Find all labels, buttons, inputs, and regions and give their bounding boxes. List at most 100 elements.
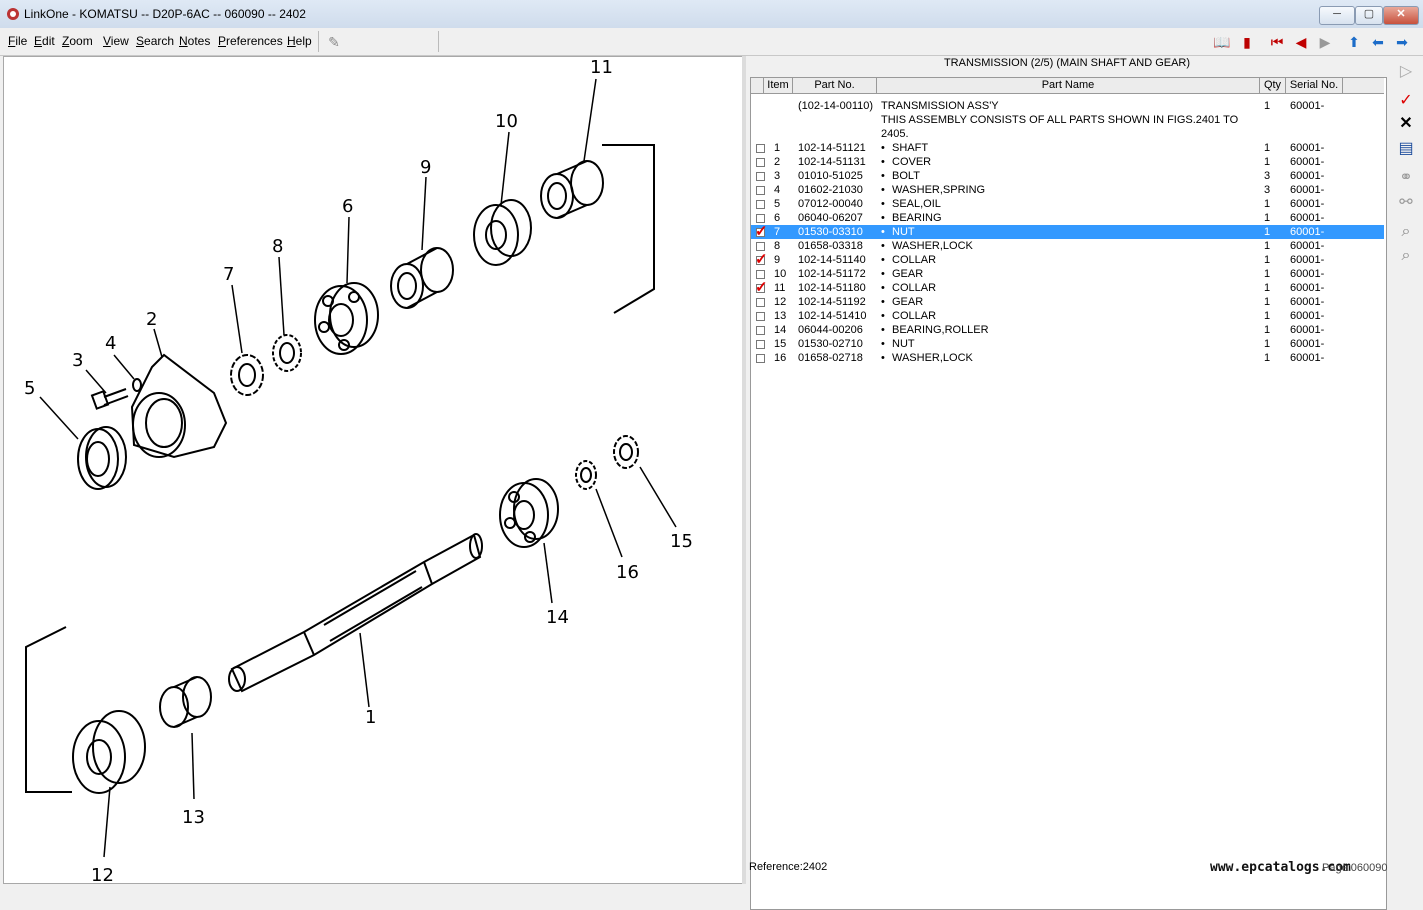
row-serial: 60001-	[1290, 142, 1325, 154]
table-row-assembly[interactable]: (102-14-00110) TRANSMISSION ASS'Y 1 6000…	[751, 99, 1384, 113]
binoculars-icon[interactable]: ⌕	[1396, 222, 1416, 242]
book-icon[interactable]: 📖	[1213, 34, 1231, 50]
play-icon[interactable]: ▷	[1396, 62, 1416, 82]
forward-icon[interactable]: ➡	[1393, 34, 1411, 50]
link-icon[interactable]: ⚭	[1396, 168, 1416, 188]
menu-preferences[interactable]: Preferences	[218, 34, 283, 48]
parts-illustration[interactable]: 11 10 9 6 8 7 2 4 3 5 1 14 16 15 13 12	[3, 56, 743, 884]
row-checkbox[interactable]	[756, 214, 765, 223]
row-checkbox[interactable]	[756, 186, 765, 195]
row-checkbox[interactable]	[756, 200, 765, 209]
unlink-icon[interactable]: ⚯	[1396, 193, 1416, 213]
first-icon[interactable]: ⏮	[1268, 34, 1286, 50]
notes-icon[interactable]: ▮	[1238, 34, 1256, 50]
menu-search[interactable]: Search	[136, 34, 174, 48]
parts-table[interactable]: Item Part No. Part Name Qty Serial No. (…	[750, 77, 1387, 910]
row-part-no: 01010-51025	[798, 170, 863, 182]
row-item: 11	[774, 282, 786, 294]
table-row[interactable]: 14 06044-00206 • BEARING,ROLLER 1 60001-	[751, 323, 1384, 337]
row-serial: 60001-	[1290, 338, 1325, 350]
table-row-assembly-note: 2405.	[751, 127, 1384, 141]
row-serial: 60001-	[1290, 310, 1325, 322]
row-checkbox[interactable]	[756, 298, 765, 307]
row-checkbox[interactable]	[756, 340, 765, 349]
menu-zoom[interactable]: Zoom	[62, 34, 93, 48]
row-checkbox[interactable]	[756, 172, 765, 181]
row-qty: 1	[1264, 296, 1271, 308]
title-bar: LinkOne - KOMATSU -- D20P-6AC -- 060090 …	[0, 0, 1423, 29]
reference-label: Reference:2402	[749, 861, 828, 873]
menu-notes[interactable]: Notes	[179, 34, 210, 48]
assembly-serial: 60001-	[1290, 100, 1325, 112]
row-checkbox[interactable]	[756, 144, 765, 153]
table-row[interactable]: 15 01530-02710 • NUT 1 60001-	[751, 337, 1384, 351]
menu-edit[interactable]: Edit	[34, 34, 55, 48]
close-button[interactable]: ✕	[1383, 6, 1419, 25]
row-item: 1	[774, 142, 781, 154]
row-serial: 60001-	[1290, 282, 1325, 294]
row-checkbox[interactable]	[756, 326, 765, 335]
header-qty[interactable]: Qty	[1260, 78, 1286, 93]
table-row[interactable]: 10 102-14-51172 • GEAR 1 60001-	[751, 267, 1384, 281]
maximize-button[interactable]: ▢	[1355, 6, 1383, 25]
table-row[interactable]: 13 102-14-51410 • COLLAR 1 60001-	[751, 309, 1384, 323]
row-bullet: •	[881, 198, 885, 210]
pin-icon[interactable]: ✎	[325, 34, 343, 50]
check-icon[interactable]: ✓	[1396, 91, 1416, 111]
minimize-button[interactable]: ─	[1319, 6, 1355, 25]
row-part-no: 102-14-51131	[798, 156, 866, 168]
part-15-nut	[613, 435, 639, 469]
row-part-name: NUT	[892, 338, 915, 350]
row-bullet: •	[881, 170, 885, 182]
search-icon[interactable]: ⌕	[1396, 246, 1416, 266]
row-qty: 1	[1264, 156, 1271, 168]
table-row[interactable]: 8 01658-03318 • WASHER,LOCK 1 60001-	[751, 239, 1384, 253]
prev-icon[interactable]: ◀	[1292, 34, 1310, 50]
table-row[interactable]: 3 01010-51025 • BOLT 3 60001-	[751, 169, 1384, 183]
row-part-no: 01658-02718	[798, 352, 863, 364]
table-row[interactable]: 5 07012-00040 • SEAL,OIL 1 60001-	[751, 197, 1384, 211]
table-row[interactable]: ✓ 9 102-14-51140 • COLLAR 1 60001-	[751, 252, 1384, 267]
table-row[interactable]: 16 01658-02718 • WASHER,LOCK 1 60001-	[751, 351, 1384, 365]
row-part-name: BEARING,ROLLER	[892, 324, 989, 336]
row-serial: 60001-	[1290, 212, 1325, 224]
row-serial: 60001-	[1290, 240, 1325, 252]
menu-file[interactable]: File	[8, 34, 27, 48]
row-part-no: 06040-06207	[798, 212, 863, 224]
header-item[interactable]: Item	[764, 78, 793, 93]
row-checkbox[interactable]	[756, 270, 765, 279]
row-item: 5	[774, 198, 781, 210]
row-checkbox[interactable]	[756, 354, 765, 363]
page-label: Page:060090	[1322, 862, 1388, 874]
row-serial: 60001-	[1290, 170, 1325, 182]
back-icon[interactable]: ⬅	[1369, 34, 1387, 50]
header-serial[interactable]: Serial No.	[1286, 78, 1343, 93]
list-icon[interactable]: ▤	[1396, 139, 1416, 159]
callout-12: 12	[91, 865, 114, 883]
frame-line-top	[602, 144, 655, 314]
table-row[interactable]: 12 102-14-51192 • GEAR 1 60001-	[751, 295, 1384, 309]
header-part-name[interactable]: Part Name	[877, 78, 1260, 93]
table-row[interactable]: 4 01602-21030 • WASHER,SPRING 3 60001-	[751, 183, 1384, 197]
row-part-name: WASHER,SPRING	[892, 184, 986, 196]
row-item: 12	[774, 296, 787, 308]
menu-view[interactable]: View	[103, 34, 129, 48]
up-icon[interactable]: ⬆	[1345, 34, 1363, 50]
assembly-qty: 1	[1264, 100, 1271, 112]
row-part-no: 01530-02710	[798, 338, 863, 350]
table-row[interactable]: 1 102-14-51121 • SHAFT 1 60001-	[751, 141, 1384, 155]
callout-5: 5	[24, 378, 35, 399]
table-row[interactable]: 2 102-14-51131 • COVER 1 60001-	[751, 155, 1384, 169]
table-row[interactable]: ✓ 7 01530-03310 • NUT 1 60001-	[751, 224, 1384, 239]
pane-splitter[interactable]	[742, 56, 746, 884]
menu-help[interactable]: Help	[287, 34, 312, 48]
header-part-no[interactable]: Part No.	[793, 78, 877, 93]
row-checkbox[interactable]	[756, 158, 765, 167]
table-row[interactable]: 6 06040-06207 • BEARING 1 60001-	[751, 211, 1384, 225]
row-checkbox[interactable]	[756, 312, 765, 321]
row-checkbox[interactable]	[756, 242, 765, 251]
next-icon[interactable]: ▶	[1316, 34, 1334, 50]
table-row[interactable]: ✓ 11 102-14-51180 • COLLAR 1 60001-	[751, 280, 1384, 295]
close-icon[interactable]: ✕	[1396, 114, 1416, 134]
part-4-washer	[132, 378, 142, 392]
